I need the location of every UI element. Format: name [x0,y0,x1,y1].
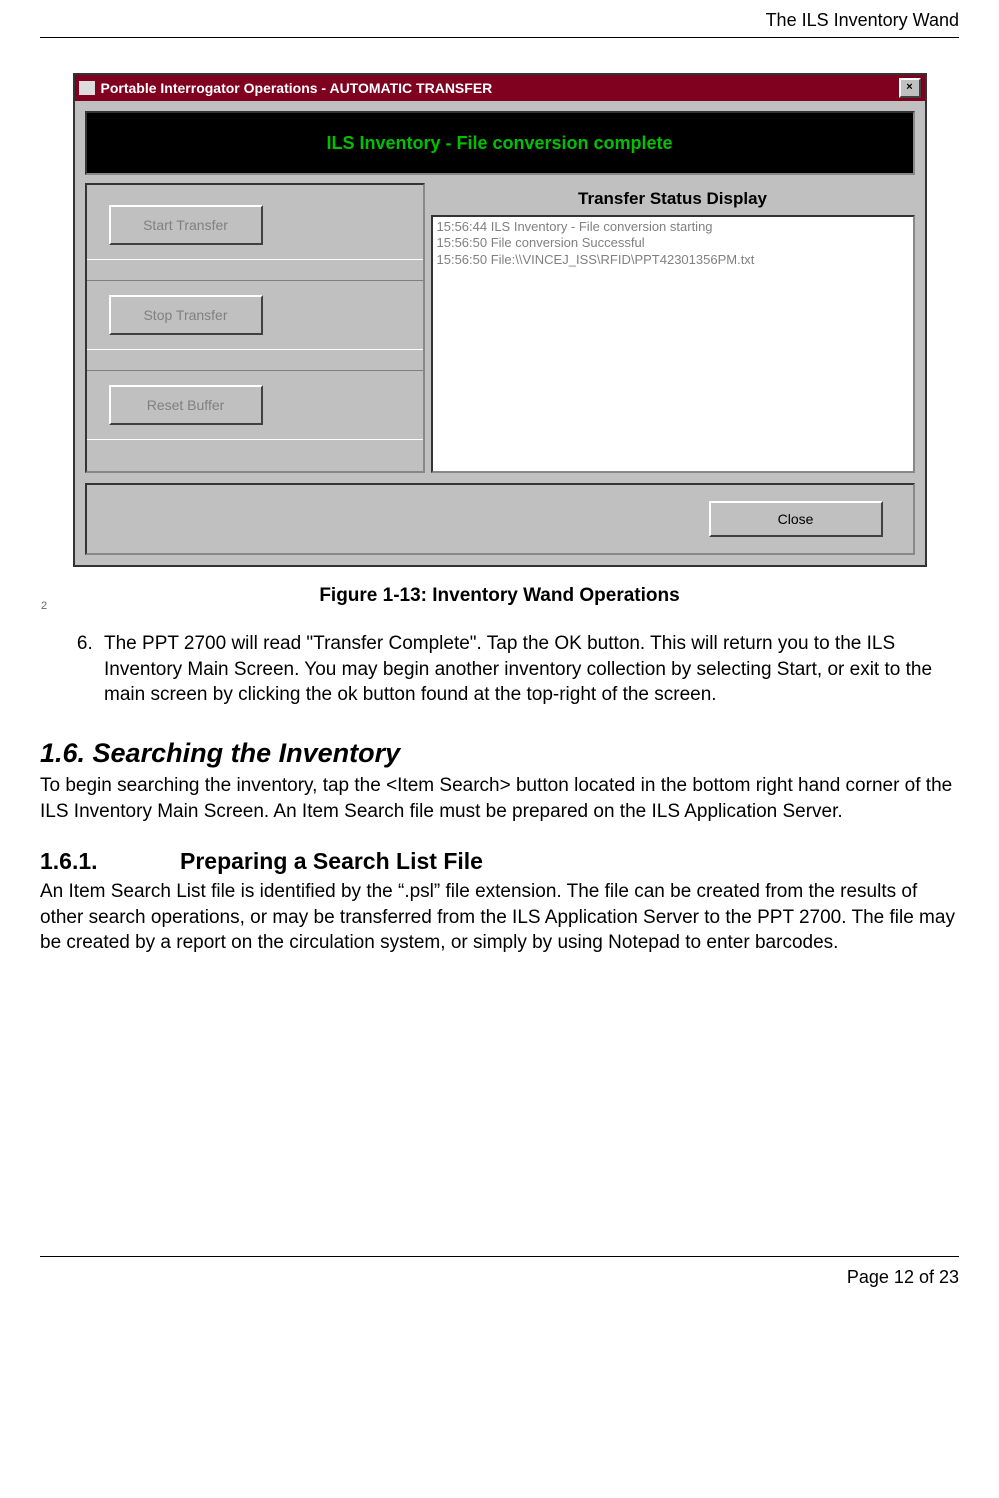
subsection-title: Preparing a Search List File [180,848,483,874]
close-button[interactable]: Close [709,501,883,537]
subsection-number: 1.6.1. [40,848,180,875]
list-item: The PPT 2700 will read "Transfer Complet… [98,631,959,708]
body-paragraph: An Item Search List file is identified b… [40,879,959,956]
running-header: The ILS Inventory Wand [40,0,959,38]
start-transfer-button[interactable]: Start Transfer [109,205,263,245]
figure-caption: Figure 1-13: Inventory Wand Operations [40,585,959,607]
app-icon [79,81,95,95]
list-item: 15:56:44 ILS Inventory - File conversion… [437,219,909,235]
status-panel: Transfer Status Display 15:56:44 ILS Inv… [431,183,915,473]
section-heading: 1.6. Searching the Inventory [40,738,959,769]
titlebar: Portable Interrogator Operations - AUTOM… [75,75,925,101]
close-icon[interactable]: × [899,78,921,98]
dialog-window: Portable Interrogator Operations - AUTOM… [73,73,927,567]
button-panel: Start Transfer Stop Transfer Reset Buffe… [85,183,425,473]
body-paragraph: To begin searching the inventory, tap th… [40,773,959,824]
stop-transfer-button[interactable]: Stop Transfer [109,295,263,335]
bottom-panel: Close [85,483,915,555]
reset-buffer-button[interactable]: Reset Buffer [109,385,263,425]
window-title: Portable Interrogator Operations - AUTOM… [101,80,899,96]
page-footer: Page 12 of 23 [40,1256,959,1318]
subsection-heading: 1.6.1.Preparing a Search List File [40,848,959,875]
list-item: 15:56:50 File conversion Successful [437,235,909,251]
status-listbox[interactable]: 15:56:44 ILS Inventory - File conversion… [431,215,915,473]
numbered-list: The PPT 2700 will read "Transfer Complet… [40,631,959,708]
status-group-label: Transfer Status Display [431,183,915,215]
page-margin-digit: 2 [41,600,47,612]
status-banner: ILS Inventory - File conversion complete [85,111,915,175]
list-item: 15:56:50 File:\\VINCEJ_ISS\RFID\PPT42301… [437,252,909,268]
